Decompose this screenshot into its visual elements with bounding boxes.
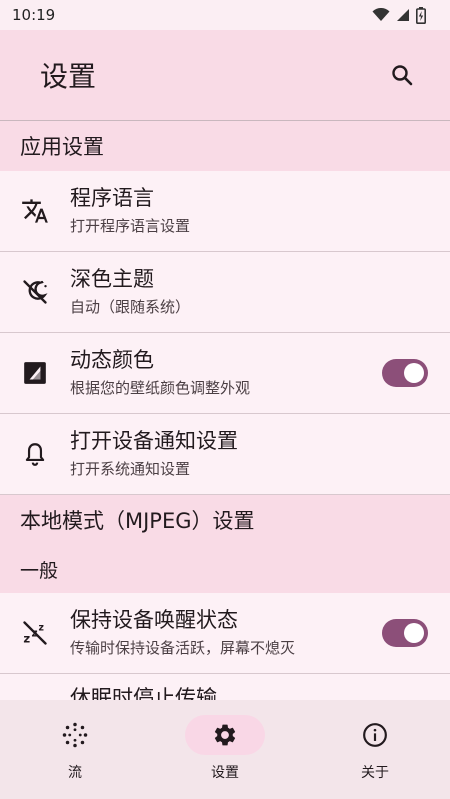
status-bar: 10:19 — [0, 0, 450, 30]
setting-keep-awake[interactable]: z z z 保持设备唤醒状态 传输时保持设备活跃，屏幕不熄灭 — [0, 593, 450, 674]
bell-icon — [0, 441, 70, 467]
nav-item-settings[interactable]: 设置 — [165, 715, 285, 782]
nav-item-stream[interactable]: 流 — [15, 715, 135, 782]
setting-subtitle: 传输时保持设备活跃，屏幕不熄灭 — [70, 639, 296, 657]
dynamic-color-icon — [0, 360, 70, 386]
setting-device-notifications[interactable]: 打开设备通知设置 打开系统通知设置 — [0, 414, 450, 495]
setting-title: 保持设备唤醒状态 — [70, 608, 238, 632]
gear-icon — [185, 715, 265, 755]
settings-list[interactable]: 应用设置 程序语言 打开程序语言设置 深色主题 自动（跟随系统） 动态颜色 根据… — [0, 121, 450, 701]
setting-title: 深色主题 — [70, 267, 154, 291]
info-icon — [335, 715, 415, 755]
svg-text:z: z — [23, 631, 30, 645]
nav-label: 关于 — [361, 765, 389, 781]
keep-awake-toggle[interactable] — [382, 619, 428, 647]
dynamic-color-toggle[interactable] — [382, 359, 428, 387]
setting-subtitle: 打开程序语言设置 — [70, 217, 191, 235]
toggle-knob — [404, 623, 424, 643]
page-title: 设置 — [40, 60, 97, 93]
setting-title: 程序语言 — [70, 186, 154, 210]
bottom-navigation: 流 设置 关于 — [0, 700, 450, 799]
search-icon — [392, 65, 413, 86]
svg-text:z: z — [39, 623, 44, 634]
app-bar: 设置 — [0, 30, 450, 120]
status-icons — [372, 6, 426, 24]
battery-icon — [416, 6, 426, 24]
wifi-icon — [372, 8, 390, 21]
status-time: 10:19 — [12, 6, 56, 24]
setting-subtitle: 自动（跟随系统） — [70, 298, 191, 316]
sleep-off-icon: z z z — [0, 619, 70, 647]
setting-subtitle: 打开系统通知设置 — [70, 460, 191, 478]
setting-stop-on-sleep[interactable]: 休眠时停止传输 — [0, 674, 450, 701]
translate-icon — [0, 197, 70, 225]
dark-mode-icon — [0, 278, 70, 306]
setting-title: 打开设备通知设置 — [70, 429, 238, 453]
nav-item-about[interactable]: 关于 — [315, 715, 435, 782]
nav-label: 设置 — [211, 765, 239, 781]
setting-dynamic-color[interactable]: 动态颜色 根据您的壁纸颜色调整外观 — [0, 333, 450, 414]
stream-icon — [35, 715, 115, 755]
search-button[interactable] — [382, 55, 422, 95]
toggle-knob — [404, 363, 424, 383]
nav-label: 流 — [68, 765, 82, 781]
setting-app-language[interactable]: 程序语言 打开程序语言设置 — [0, 171, 450, 252]
setting-dark-theme[interactable]: 深色主题 自动（跟随系统） — [0, 252, 450, 333]
section-header-local: 本地模式（MJPEG）设置 — [0, 495, 450, 545]
subheader-general: 一般 — [0, 545, 450, 593]
setting-title: 动态颜色 — [70, 348, 154, 372]
setting-title: 休眠时停止传输 — [70, 686, 217, 701]
setting-subtitle: 根据您的壁纸颜色调整外观 — [70, 379, 251, 397]
section-header-app: 应用设置 — [0, 121, 450, 171]
signal-icon — [397, 9, 409, 21]
